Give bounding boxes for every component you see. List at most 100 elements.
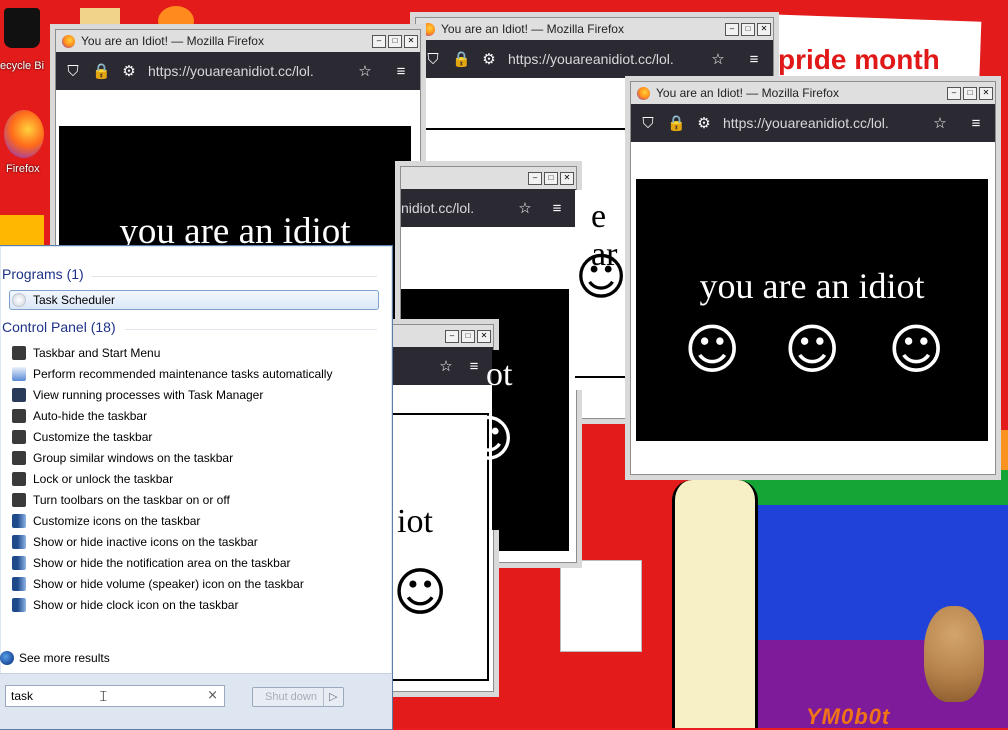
bookmark-star-icon[interactable]: ☆ — [356, 62, 374, 80]
close-button[interactable]: ✕ — [404, 34, 418, 48]
taskbar-icon — [12, 409, 26, 423]
lock-icon[interactable]: 🔒 — [452, 50, 471, 68]
shield-icon[interactable]: ⛉ — [64, 63, 82, 80]
cp-item[interactable]: Customize the taskbar — [12, 427, 152, 447]
see-more-results-link[interactable]: See more results — [0, 648, 110, 668]
bookmark-star-icon[interactable]: ☆ — [709, 50, 727, 68]
rainbow-green-stripe — [740, 470, 1008, 510]
smiley-icon: ☺ — [462, 410, 515, 468]
url-bar[interactable]: https://youareanidiot.cc/lol. — [508, 51, 709, 67]
recycle-bin-label[interactable]: ecycle Bi — [0, 60, 44, 72]
recycle-bin-icon[interactable] — [4, 8, 40, 48]
shield-icon[interactable]: ⛉ — [639, 115, 657, 132]
cp-item[interactable]: Auto-hide the taskbar — [12, 406, 147, 426]
lock-icon[interactable]: 🔒 — [92, 62, 111, 80]
programs-header[interactable]: Programs (1) — [2, 266, 84, 282]
bookmark-star-icon[interactable]: ☆ — [931, 114, 949, 132]
cp-item[interactable]: Group similar windows on the taskbar — [12, 448, 233, 468]
window-title: You are an Idiot! — Mozilla Firefox — [441, 22, 624, 36]
firefox-icon — [62, 34, 75, 48]
close-button[interactable]: ✕ — [757, 22, 771, 36]
notification-icon — [12, 577, 26, 591]
lock-icon[interactable]: 🔒 — [667, 114, 686, 132]
notification-icon — [12, 535, 26, 549]
cp-item[interactable]: Perform recommended maintenance tasks au… — [12, 364, 332, 384]
window-titlebar[interactable]: – □ ✕ — [401, 167, 576, 189]
search-globe-icon — [0, 651, 14, 665]
taskbar-icon — [12, 430, 26, 444]
search-input[interactable]: task 𝙸 × — [5, 685, 225, 707]
bookmark-star-icon[interactable]: ☆ — [437, 357, 455, 375]
window-title: You are an Idiot! — Mozilla Firefox — [656, 86, 839, 100]
window-titlebar[interactable]: You are an Idiot! — Mozilla Firefox – □ … — [56, 30, 420, 52]
bookmark-star-icon[interactable]: ☆ — [516, 199, 534, 217]
maximize-button[interactable]: □ — [461, 329, 475, 343]
cp-item[interactable]: Show or hide inactive icons on the taskb… — [12, 532, 258, 552]
clear-search-icon[interactable]: × — [207, 688, 218, 703]
cp-item[interactable]: Customize icons on the taskbar — [12, 511, 200, 531]
cp-item[interactable]: Taskbar and Start Menu — [12, 343, 160, 363]
cp-item[interactable]: Lock or unlock the taskbar — [12, 469, 173, 489]
cp-item[interactable]: View running processes with Task Manager — [12, 385, 263, 405]
permissions-icon[interactable]: ⚙ — [120, 62, 138, 80]
text-cursor-icon: 𝙸 — [98, 687, 109, 705]
window-titlebar[interactable]: – □ ✕ — [393, 325, 493, 347]
url-bar[interactable]: https://youareanidiot.cc/lol. — [148, 63, 356, 79]
maximize-button[interactable]: □ — [741, 22, 755, 36]
smiley-icon: ☺ — [784, 318, 841, 381]
menu-icon[interactable]: ≡ — [465, 358, 483, 375]
navigation-toolbar: ☆ ≡ — [393, 347, 493, 385]
rainbow-blue-stripe — [740, 505, 1008, 555]
cp-item[interactable]: Show or hide clock icon on the taskbar — [12, 595, 238, 615]
notification-icon — [12, 514, 26, 528]
url-bar[interactable]: https://youareanidiot.cc/lol. — [723, 115, 931, 131]
menu-icon[interactable]: ≡ — [967, 115, 985, 132]
cp-item[interactable]: Show or hide the notification area on th… — [12, 553, 291, 573]
item-label: Task Scheduler — [33, 293, 116, 307]
close-button[interactable]: ✕ — [477, 329, 491, 343]
permissions-icon[interactable]: ⚙ — [480, 50, 498, 68]
window-titlebar[interactable]: You are an Idiot! — Mozilla Firefox – □ … — [631, 82, 995, 104]
program-item-task-scheduler[interactable]: Task Scheduler — [12, 290, 115, 310]
taskbar-icon — [12, 451, 26, 465]
firefox-window[interactable]: – □ ✕ ☆ ≡ iot ☺ — [392, 324, 494, 692]
permissions-icon[interactable]: ⚙ — [695, 114, 713, 132]
close-button[interactable]: ✕ — [979, 86, 993, 100]
pride-month-text: pride month — [778, 44, 940, 75]
taskbar-icon — [12, 472, 26, 486]
shield-icon[interactable]: ⛉ — [424, 51, 442, 68]
minimize-button[interactable]: – — [528, 171, 542, 185]
firefox-label[interactable]: Firefox — [6, 163, 40, 175]
minimize-button[interactable]: – — [445, 329, 459, 343]
control-panel-header[interactable]: Control Panel (18) — [2, 319, 116, 335]
menu-icon[interactable]: ≡ — [745, 51, 763, 68]
cp-item[interactable]: Turn toolbars on the taskbar on or off — [12, 490, 230, 510]
shutdown-button[interactable]: Shut down ▷ — [252, 687, 344, 707]
desktop-icon-partial[interactable] — [0, 215, 44, 245]
window-titlebar[interactable]: You are an Idiot! — Mozilla Firefox – □ … — [416, 18, 773, 40]
close-button[interactable]: ✕ — [560, 171, 574, 185]
minimize-button[interactable]: – — [372, 34, 386, 48]
cp-item[interactable]: Show or hide volume (speaker) icon on th… — [12, 574, 304, 594]
firefox-icon — [422, 22, 435, 36]
shutdown-arrow-icon[interactable]: ▷ — [329, 690, 337, 703]
folder-icon[interactable] — [80, 8, 120, 30]
maximize-button[interactable]: □ — [544, 171, 558, 185]
firefox-icon — [637, 86, 650, 100]
maximize-button[interactable]: □ — [963, 86, 977, 100]
divider — [125, 329, 377, 330]
page-content: you are an idiot ☺ ☺ ☺ — [631, 142, 995, 472]
url-bar[interactable]: nidiot.cc/lol. — [401, 200, 516, 216]
maximize-button[interactable]: □ — [388, 34, 402, 48]
firefox-icon[interactable] — [4, 110, 44, 158]
menu-icon[interactable]: ≡ — [548, 200, 566, 217]
menu-icon[interactable]: ≡ — [392, 63, 410, 80]
page-fragment: e ar ☺ — [575, 190, 635, 390]
smiley-icon: ☺ — [575, 248, 628, 306]
hamster-image — [924, 606, 984, 702]
minimize-button[interactable]: – — [947, 86, 961, 100]
taskbar-icon — [12, 346, 26, 360]
firefox-window[interactable]: You are an Idiot! — Mozilla Firefox – □ … — [630, 81, 996, 475]
minimize-button[interactable]: – — [725, 22, 739, 36]
search-input-value[interactable]: task — [11, 689, 33, 703]
